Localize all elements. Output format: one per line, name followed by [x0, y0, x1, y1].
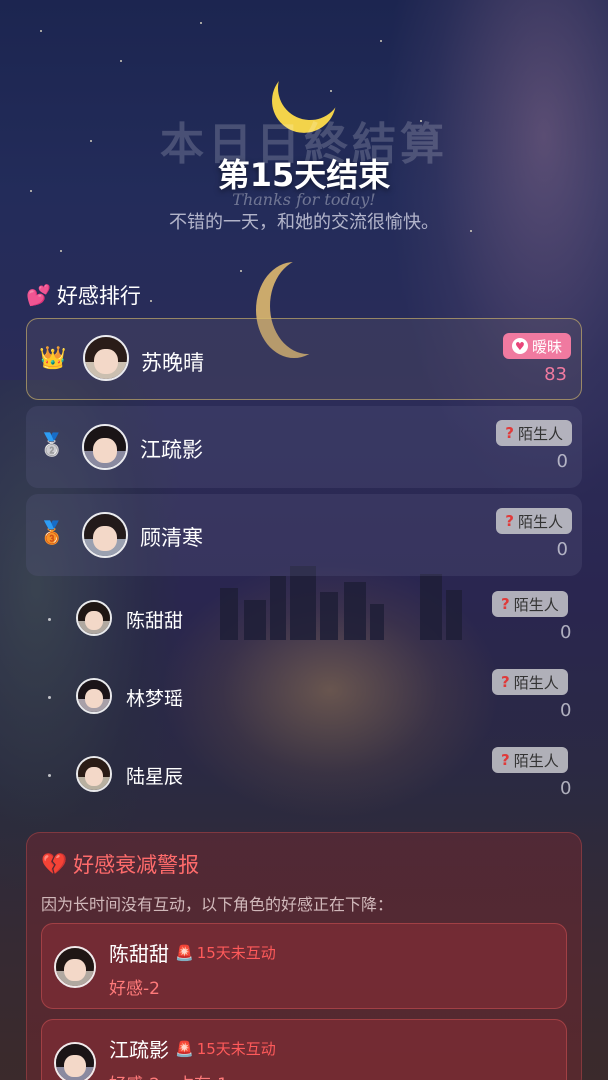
siren-icon: 🚨	[175, 1039, 194, 1058]
avatar	[54, 1042, 96, 1080]
heart-icon: ♥	[511, 338, 528, 354]
bronze-medal-icon: 🥉	[38, 521, 66, 546]
status-badge: ? 陌生人	[492, 747, 568, 773]
avatar	[76, 678, 112, 714]
two-hearts-icon: 💕	[26, 283, 51, 307]
decay-item[interactable]: 江疏影 🚨 15天未互动 好感-2，占有-1	[41, 1019, 567, 1080]
affection-score: 0	[556, 539, 568, 560]
question-icon: ?	[501, 751, 510, 769]
broken-heart-icon: 💔	[41, 851, 68, 876]
affection-score: 0	[560, 700, 572, 721]
affection-score: 0	[560, 622, 572, 643]
status-badge: ♥ 暧昧	[502, 333, 571, 359]
ranking-item-1[interactable]: 👑 苏晚晴 ♥ 暧昧 83	[26, 318, 582, 400]
siren-icon: 🚨	[175, 943, 194, 962]
question-icon: ?	[505, 424, 514, 442]
decay-alert-description: 因为长时间没有互动，以下角色的好感正在下降：	[41, 895, 394, 914]
question-icon: ?	[505, 512, 514, 530]
silver-medal-icon: 🥈	[38, 433, 66, 458]
status-badge: ? 陌生人	[496, 508, 572, 534]
status-badge: ? 陌生人	[492, 669, 568, 695]
avatar	[76, 600, 112, 636]
affection-score: 0	[560, 778, 572, 799]
character-name: 苏晚晴	[141, 351, 204, 375]
affection-score: 0	[556, 451, 568, 472]
character-name: 江疏影	[140, 438, 203, 462]
avatar	[82, 424, 128, 470]
character-name: 陆星辰	[126, 766, 184, 788]
affection-score: 83	[544, 364, 567, 385]
decay-alert-title: 💔 好感衰减警报	[41, 851, 200, 878]
page-subtitle: 不错的一天，和她的交流很愉快。	[169, 212, 439, 233]
ranking-item-3[interactable]: 🥉 顾清寒 ? 陌生人 0	[26, 494, 582, 576]
question-icon: ?	[501, 673, 510, 691]
avatar	[76, 756, 112, 792]
question-icon: ?	[501, 595, 510, 613]
avatar	[83, 335, 129, 381]
character-name: 林梦瑶	[126, 688, 184, 710]
page-title: 第15天结束	[217, 156, 391, 194]
status-badge: ? 陌生人	[496, 420, 572, 446]
inactivity-tag: 🚨 15天未互动	[175, 943, 276, 963]
crown-icon: 👑	[39, 346, 67, 371]
character-name: 陈甜甜	[109, 942, 169, 966]
inactivity-tag: 🚨 15天未互动	[175, 1039, 276, 1059]
ranking-item-2[interactable]: 🥈 江疏影 ? 陌生人 0	[26, 406, 582, 488]
decay-value: 好感-2，占有-1	[109, 1070, 228, 1080]
character-name: 顾清寒	[140, 526, 203, 550]
decay-item[interactable]: 陈甜甜 🚨 15天未互动 好感-2	[41, 923, 567, 1009]
decay-value: 好感-2	[109, 979, 160, 999]
character-name: 江疏影	[109, 1038, 169, 1062]
status-badge: ? 陌生人	[492, 591, 568, 617]
decay-alert-panel: 💔 好感衰减警报 因为长时间没有互动，以下角色的好感正在下降： 陈甜甜 🚨 15…	[26, 832, 582, 1080]
avatar	[82, 512, 128, 558]
character-name: 陈甜甜	[126, 610, 184, 632]
ranking-section-title: 💕 好感排行	[26, 283, 141, 308]
avatar	[54, 946, 96, 988]
